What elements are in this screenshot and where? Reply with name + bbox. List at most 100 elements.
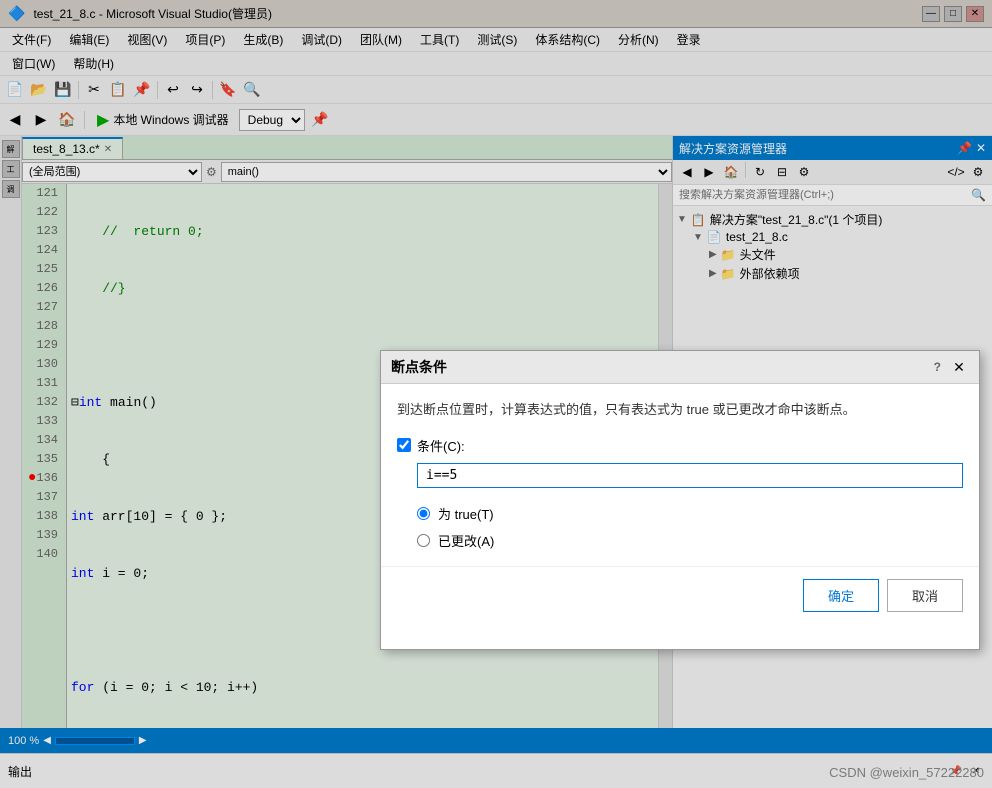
tree-solution-root[interactable]: ▼ 📋 解决方案"test_21_8.c"(1 个项目) (677, 210, 988, 229)
sidebar-icon-3[interactable]: 调 (2, 180, 20, 198)
line-num-134: 134 (26, 431, 62, 450)
minimize-button[interactable]: — (922, 6, 940, 22)
maximize-button[interactable]: □ (944, 6, 962, 22)
close-button[interactable]: ✕ (966, 6, 984, 22)
line-num-131: 131 (26, 374, 62, 393)
toolbar-copy[interactable]: 📋 (107, 79, 129, 101)
menu-edit[interactable]: 编辑(E) (61, 29, 117, 50)
editor-tab-active[interactable]: test_8_13.c* ✕ (22, 137, 123, 159)
output-close-btn[interactable]: ✕ (968, 763, 984, 779)
se-forward-btn[interactable]: ▶ (699, 162, 719, 182)
toolbar-2: ◀ ▶ 🏠 ▶ 本地 Windows 调试器 Debug 📌 (0, 104, 992, 136)
search-icon: 🔍 (971, 188, 986, 202)
toolbar-cut[interactable]: ✂ (83, 79, 105, 101)
editor-toolbar: (全局范围) ⚙ main() (22, 160, 672, 184)
toolbar-undo[interactable]: ↩ (162, 79, 184, 101)
tree-project[interactable]: ▼ 📄 test_21_8.c (693, 229, 988, 245)
toolbar-home[interactable]: 🏠 (56, 109, 78, 131)
menu-team[interactable]: 团队(M) (352, 29, 410, 50)
title-bar-left: 🔷 test_21_8.c - Microsoft Visual Studio(… (8, 5, 272, 22)
zoom-slider[interactable] (55, 737, 135, 745)
radio-changed-label: 已更改(A) (438, 531, 494, 550)
code-line-122: //} (71, 279, 658, 298)
panel-pin-button[interactable]: 📌 (957, 141, 972, 155)
se-home-btn[interactable]: 🏠 (721, 162, 741, 182)
bottom-panel: 输出 📌 ✕ (0, 753, 992, 788)
zoom-fwd-btn[interactable]: ▶ (139, 735, 147, 746)
zoom-back-btn[interactable]: ◀ (43, 735, 51, 746)
toolbar-pin[interactable]: 📌 (309, 109, 331, 131)
se-settings-btn[interactable]: ⚙ (968, 162, 988, 182)
se-refresh-btn[interactable]: ↻ (750, 162, 770, 182)
modal-titlebar: 断点条件 ? ✕ (381, 351, 979, 384)
sidebar-icon-1[interactable]: 解 (2, 140, 20, 158)
modal-title: 断点条件 (391, 357, 447, 377)
line-num-133: 133 (26, 412, 62, 431)
menu-file[interactable]: 文件(F) (4, 29, 59, 50)
func-select[interactable]: main() (221, 162, 672, 182)
menu-build[interactable]: 生成(B) (235, 29, 291, 50)
modal-footer: 确定 取消 (381, 566, 979, 624)
modal-cancel-button[interactable]: 取消 (887, 579, 963, 612)
line-num-128: 128 (26, 317, 62, 336)
line-num-140: 140 (26, 545, 62, 564)
menu-view[interactable]: 视图(V) (119, 29, 175, 50)
toolbar-forward[interactable]: ▶ (30, 109, 52, 131)
tree-header-files[interactable]: ▶ 📁 头文件 (709, 245, 988, 264)
run-debug-button[interactable]: ▶ 本地 Windows 调试器 (91, 108, 235, 132)
menu-tools[interactable]: 工具(T) (412, 29, 467, 50)
se-properties-btn[interactable]: ⚙ (794, 162, 814, 182)
se-code-view-btn[interactable]: </> (946, 162, 966, 182)
radio-changed[interactable] (417, 534, 430, 547)
scope-select[interactable]: (全局范围) (22, 162, 202, 182)
tab-close-icon[interactable]: ✕ (104, 144, 112, 155)
toolbar-back[interactable]: ◀ (4, 109, 26, 131)
menu-debug[interactable]: 调试(D) (293, 29, 350, 50)
menu-help[interactable]: 帮助(H) (65, 53, 122, 74)
modal-description: 到达断点位置时，计算表达式的值，只有表达式为 true 或已更改才命中该断点。 (397, 400, 963, 420)
line-num-136: 136 (26, 469, 62, 488)
panel-controls: 📌 ✕ (957, 141, 986, 155)
toolbar-bookmark[interactable]: 🔖 (217, 79, 239, 101)
line-num-127: 127 (26, 298, 62, 317)
menu-project[interactable]: 项目(P) (177, 29, 233, 50)
sidebar-icon-2[interactable]: 工 (2, 160, 20, 178)
radio-true[interactable] (417, 507, 430, 520)
line-num-132: 132 (26, 393, 62, 412)
menu-analyze[interactable]: 分析(N) (610, 29, 667, 50)
condition-input[interactable] (417, 463, 963, 488)
menu-window[interactable]: 窗口(W) (4, 53, 63, 74)
menu-test[interactable]: 测试(S) (469, 29, 525, 50)
separator-2 (157, 81, 158, 99)
toolbar-paste[interactable]: 📌 (131, 79, 153, 101)
se-back-btn[interactable]: ◀ (677, 162, 697, 182)
toolbar-new[interactable]: 📄 (4, 79, 26, 101)
title-bar: 🔷 test_21_8.c - Microsoft Visual Studio(… (0, 0, 992, 28)
menu-bar-row1: 文件(F) 编辑(E) 视图(V) 项目(P) 生成(B) 调试(D) 团队(M… (0, 28, 992, 52)
modal-help-icon[interactable]: ? (934, 360, 941, 374)
code-line-129: for (i = 0; i < 10; i++) (71, 678, 658, 697)
panel-close-button[interactable]: ✕ (976, 141, 986, 155)
toolbar-save[interactable]: 💾 (52, 79, 74, 101)
debug-config-select[interactable]: Debug (239, 109, 305, 131)
line-numbers: 121 122 123 124 125 126 127 128 129 130 … (22, 184, 67, 728)
condition-checkbox[interactable] (397, 438, 411, 452)
menu-login[interactable]: 登录 (669, 29, 709, 50)
line-num-123: 123 (26, 222, 62, 241)
play-icon: ▶ (97, 110, 109, 130)
se-search-input[interactable] (679, 189, 971, 201)
menu-architecture[interactable]: 体系结构(C) (527, 29, 608, 50)
header-expand-arrow: ▶ (709, 249, 717, 260)
toolbar-open[interactable]: 📂 (28, 79, 50, 101)
se-collapse-btn[interactable]: ⊟ (772, 162, 792, 182)
tree-view: ▼ 📋 解决方案"test_21_8.c"(1 个项目) ▼ 📄 test_21… (673, 206, 992, 287)
output-pin-btn[interactable]: 📌 (948, 763, 964, 779)
editor-tabs: test_8_13.c* ✕ (22, 136, 672, 160)
modal-ok-button[interactable]: 确定 (803, 579, 879, 612)
solution-expand-arrow: ▼ (677, 214, 687, 225)
modal-close-button[interactable]: ✕ (949, 357, 969, 377)
tree-external-deps[interactable]: ▶ 📁 外部依赖项 (709, 264, 988, 283)
toolbar-find[interactable]: 🔍 (241, 79, 263, 101)
line-num-122: 122 (26, 203, 62, 222)
toolbar-redo[interactable]: ↪ (186, 79, 208, 101)
